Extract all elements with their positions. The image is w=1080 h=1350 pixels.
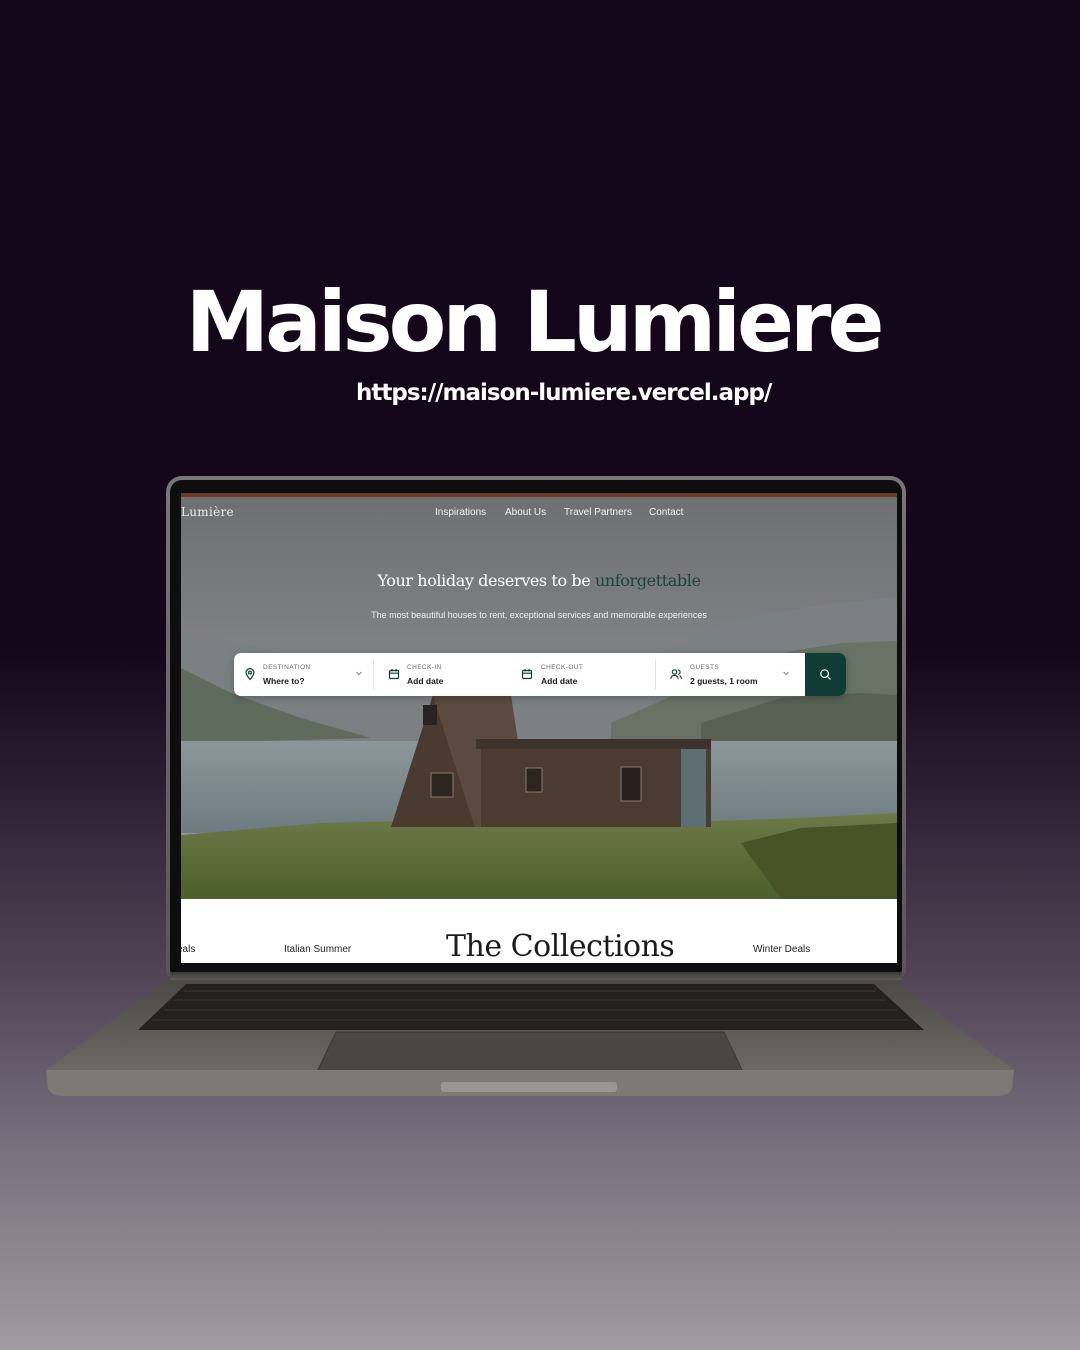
destination-field[interactable]: DESTINATION Where to? xyxy=(234,653,373,696)
search-button[interactable] xyxy=(805,653,846,696)
chevron-down-icon[interactable] xyxy=(781,668,791,678)
laptop-screen: Lumière Inspirations About Us Travel Par… xyxy=(181,493,897,963)
guests-label: GUESTS xyxy=(690,664,720,671)
hero-headline-accent: unforgettable xyxy=(594,571,701,590)
hero-landscape-image xyxy=(181,493,897,899)
checkin-field[interactable]: CHECK-IN Add date xyxy=(374,653,506,696)
checkout-label: CHECK-OUT xyxy=(541,664,584,671)
nav-link-inspirations[interactable]: Inspirations xyxy=(435,507,486,518)
nav-link-about-us[interactable]: About Us xyxy=(505,507,546,518)
site-logo[interactable]: Lumière xyxy=(181,505,234,519)
hero-top-accent-line xyxy=(181,493,897,497)
checkout-field[interactable]: CHECK-OUT Add date xyxy=(506,653,655,696)
checkin-value: Add date xyxy=(407,676,444,686)
collection-tab-italian-summer[interactable]: Italian Summer xyxy=(284,944,351,955)
hero-section: Lumière Inspirations About Us Travel Par… xyxy=(181,493,897,899)
promo-url[interactable]: https://maison-lumiere.vercel.app/ xyxy=(356,376,786,410)
users-icon xyxy=(670,669,682,680)
search-icon xyxy=(820,669,831,680)
calendar-icon xyxy=(521,669,533,680)
checkout-value: Add date xyxy=(541,676,578,686)
guests-value: 2 guests, 1 room xyxy=(690,676,758,686)
checkin-label: CHECK-IN xyxy=(407,664,442,671)
promo-title: Maison Lumiere xyxy=(185,273,885,371)
calendar-icon xyxy=(388,669,400,680)
destination-value: Where to? xyxy=(263,676,305,686)
collection-tab-winter-deals[interactable]: Winter Deals xyxy=(753,944,810,955)
collections-title: The Collections xyxy=(446,929,675,963)
guests-field[interactable]: GUESTS 2 guests, 1 room xyxy=(656,653,805,696)
laptop-base xyxy=(46,980,1014,1096)
search-bar: DESTINATION Where to? CHECK-IN Add date xyxy=(234,653,846,696)
map-pin-icon xyxy=(245,668,255,681)
hero-headline-prefix: Your holiday deserves to be xyxy=(377,571,591,590)
nav-link-travel-partners[interactable]: Travel Partners xyxy=(564,507,632,518)
destination-label: DESTINATION xyxy=(263,664,311,671)
collection-tab-deals[interactable]: eals xyxy=(181,944,195,955)
nav-link-contact[interactable]: Contact xyxy=(649,507,683,518)
chevron-down-icon[interactable] xyxy=(354,668,364,678)
hero-headline: Your holiday deserves to be unforgettabl… xyxy=(181,571,897,590)
collections-section: eals Italian Summer The Collections Wint… xyxy=(181,899,897,963)
hero-subtitle: The most beautiful houses to rent, excep… xyxy=(371,610,707,620)
